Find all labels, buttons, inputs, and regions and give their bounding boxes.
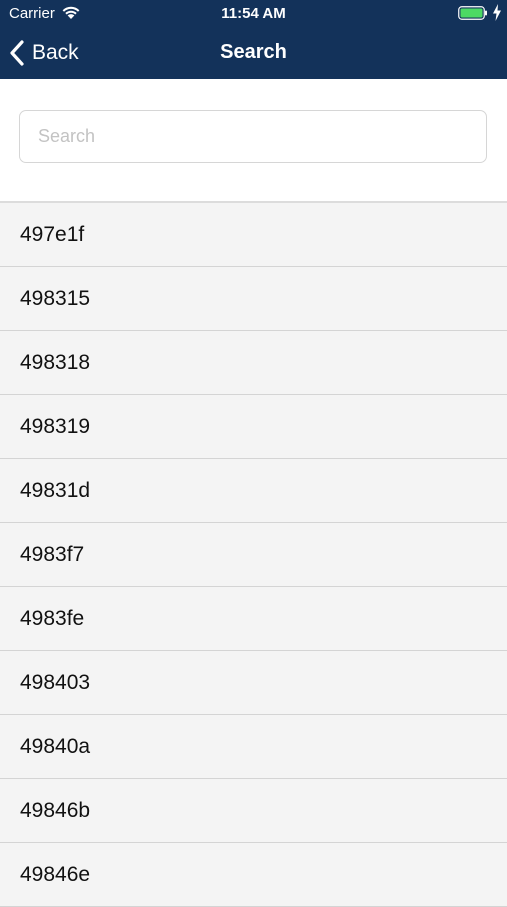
result-row[interactable]: 498319	[0, 395, 507, 459]
page-title: Search	[220, 41, 287, 63]
result-label: 4983f7	[20, 542, 85, 566]
result-row[interactable]: 498403	[0, 651, 507, 715]
search-input[interactable]	[19, 110, 487, 163]
result-label: 4983fe	[20, 606, 85, 630]
result-label: 498315	[20, 286, 91, 310]
result-row[interactable]: 49846b	[0, 779, 507, 843]
result-row[interactable]: 498315	[0, 267, 507, 331]
charging-bolt-icon	[493, 4, 501, 21]
status-time: 11:54 AM	[221, 5, 286, 22]
result-row[interactable]: 4983f7	[0, 523, 507, 587]
status-bar: Carrier 11:54 AM	[0, 0, 507, 28]
result-label: 49846b	[20, 798, 91, 822]
result-row[interactable]: 49840a	[0, 715, 507, 779]
result-label: 498319	[20, 414, 91, 438]
result-label: 49846e	[20, 862, 91, 886]
result-label: 49840a	[20, 734, 91, 758]
result-row[interactable]: 4983fe	[0, 587, 507, 651]
result-label: 498403	[20, 670, 91, 694]
top-bar: Carrier 11:54 AM Back Search	[0, 0, 507, 79]
search-area	[0, 79, 507, 201]
navigation-bar: Back Search	[0, 28, 507, 79]
result-row[interactable]: 497e1f	[0, 203, 507, 267]
result-row[interactable]: 498318	[0, 331, 507, 395]
battery-icon	[458, 6, 487, 20]
result-label: 498318	[20, 350, 91, 374]
result-label: 497e1f	[20, 222, 85, 246]
result-row[interactable]: 49831d	[0, 459, 507, 523]
result-label: 49831d	[20, 478, 91, 502]
result-row[interactable]: 49846e	[0, 843, 507, 907]
results-list: 497e1f 498315 498318 498319 49831d 4983f7 4983…	[0, 201, 507, 907]
